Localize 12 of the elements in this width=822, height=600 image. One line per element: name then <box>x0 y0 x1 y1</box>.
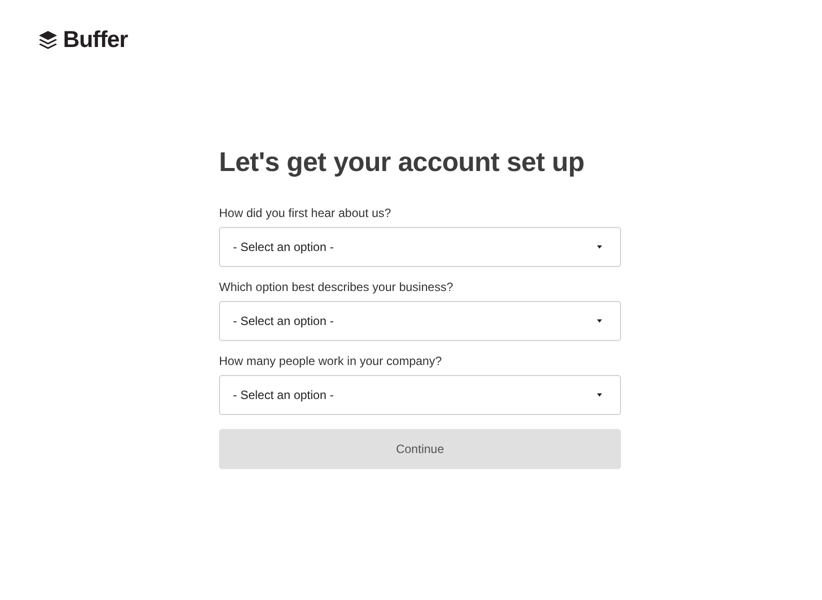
caret-icon <box>597 319 602 323</box>
logo-text: Buffer <box>63 26 128 53</box>
caret-icon <box>597 393 602 397</box>
select-dropdown[interactable]: - Select an option - <box>219 227 621 267</box>
question-label: How many people work in your company? <box>219 354 443 368</box>
question-label: Which option best describes your business? <box>219 280 454 294</box>
select-dropdown[interactable]: - Select an option - <box>219 301 621 341</box>
select-dropdown[interactable]: - Select an option - <box>219 375 621 415</box>
stacked-layers-icon <box>38 30 58 50</box>
caret-icon <box>597 245 602 249</box>
page-title: Let's get your account set up <box>219 147 586 178</box>
question-label: How did you first hear about us? <box>219 206 392 220</box>
